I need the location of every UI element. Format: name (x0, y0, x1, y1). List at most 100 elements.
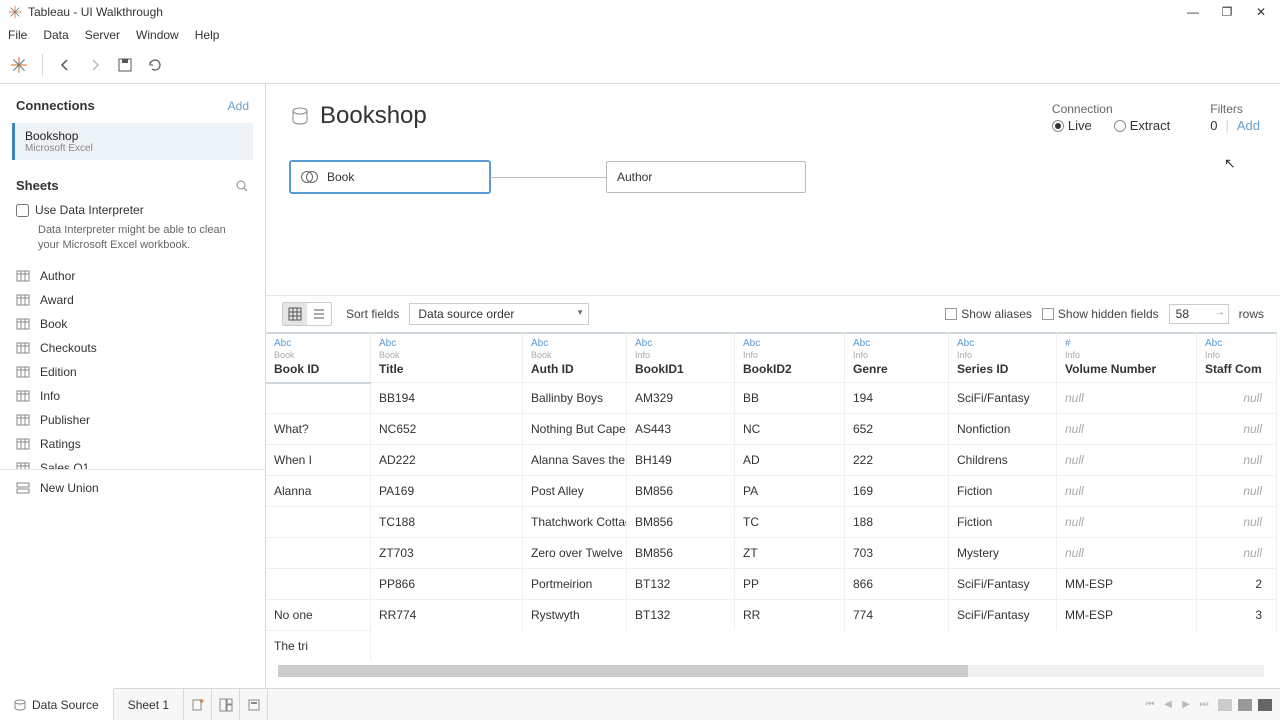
table-cell[interactable]: BM856 (627, 506, 735, 537)
table-cell[interactable]: PA (735, 475, 845, 506)
tab-nav-prev[interactable]: ◀ (1160, 699, 1176, 710)
filters-add-link[interactable]: Add (1237, 118, 1260, 133)
table-cell[interactable]: PP (735, 568, 845, 599)
tab-data-source[interactable]: Data Source (0, 688, 114, 720)
table-box-book[interactable]: Book (290, 161, 490, 193)
table-cell[interactable]: Alanna (266, 475, 371, 506)
table-cell[interactable]: null (1057, 413, 1197, 444)
column-header[interactable]: AbcInfoBookID2 (735, 332, 845, 382)
menu-data[interactable]: Data (43, 28, 68, 42)
column-header[interactable]: AbcInfoBookID1 (627, 332, 735, 382)
column-header[interactable]: AbcBookAuth ID (523, 332, 627, 382)
join-line[interactable] (490, 177, 606, 178)
tab-nav-last[interactable]: ⏭ (1196, 699, 1212, 710)
table-cell[interactable]: BM856 (627, 475, 735, 506)
new-story-button[interactable] (240, 689, 268, 720)
table-cell[interactable]: AD (735, 444, 845, 475)
table-cell[interactable]: 188 (845, 506, 949, 537)
table-cell[interactable]: null (1197, 444, 1277, 475)
table-cell[interactable]: Childrens (949, 444, 1057, 475)
table-cell[interactable]: AM329 (627, 382, 735, 413)
table-cell[interactable]: MM-ESP (1057, 568, 1197, 599)
table-cell[interactable]: null (1197, 506, 1277, 537)
connection-extract-radio[interactable]: Extract (1114, 118, 1170, 133)
table-cell[interactable]: BT132 (627, 599, 735, 630)
table-cell[interactable] (266, 506, 371, 537)
table-cell[interactable]: BB194 (371, 382, 523, 413)
new-union-button[interactable]: New Union (0, 476, 265, 500)
add-connection-link[interactable]: Add (228, 99, 249, 113)
table-cell[interactable]: null (1197, 475, 1277, 506)
save-icon[interactable] (117, 57, 133, 73)
table-cell[interactable]: AD222 (371, 444, 523, 475)
sheet-item-checkouts[interactable]: Checkouts (0, 336, 265, 360)
search-icon[interactable] (235, 179, 249, 193)
table-cell[interactable]: BB (735, 382, 845, 413)
table-cell[interactable]: BT132 (627, 568, 735, 599)
table-cell[interactable]: 866 (845, 568, 949, 599)
table-cell[interactable]: 169 (845, 475, 949, 506)
table-cell[interactable]: RR774 (371, 599, 523, 630)
table-cell[interactable] (266, 537, 371, 568)
table-cell[interactable]: RR (735, 599, 845, 630)
datasource-icon[interactable] (290, 106, 310, 126)
sheet-item-award[interactable]: Award (0, 288, 265, 312)
table-cell[interactable]: PA169 (371, 475, 523, 506)
sheet-item-ratings[interactable]: Ratings (0, 432, 265, 456)
table-cell[interactable]: 3 (1197, 599, 1277, 630)
table-cell[interactable]: 222 (845, 444, 949, 475)
table-cell[interactable]: Ballinby Boys (523, 382, 627, 413)
column-header[interactable]: AbcInfoSeries ID (949, 332, 1057, 382)
column-header[interactable]: AbcInfoGenre (845, 332, 949, 382)
menu-window[interactable]: Window (136, 28, 179, 42)
table-cell[interactable]: 194 (845, 382, 949, 413)
table-cell[interactable]: null (1057, 382, 1197, 413)
table-cell[interactable]: SciFi/Fantasy (949, 599, 1057, 630)
menu-server[interactable]: Server (85, 28, 120, 42)
list-view-button[interactable] (307, 303, 331, 325)
tab-nav-next[interactable]: ▶ (1178, 699, 1194, 710)
table-cell[interactable]: null (1197, 382, 1277, 413)
table-cell[interactable]: Portmeirion (523, 568, 627, 599)
table-cell[interactable]: BH149 (627, 444, 735, 475)
minimize-button[interactable]: — (1186, 5, 1200, 19)
column-header[interactable]: AbcBookBook ID (266, 332, 371, 382)
menu-file[interactable]: File (8, 28, 27, 42)
data-grid[interactable]: AbcBookBook IDAbcBookTitleAbcBookAuth ID… (266, 332, 1280, 661)
table-cell[interactable]: What? (266, 413, 371, 444)
refresh-icon[interactable] (147, 57, 163, 73)
sheet-item-publisher[interactable]: Publisher (0, 408, 265, 432)
sheet-item-edition[interactable]: Edition (0, 360, 265, 384)
table-cell[interactable]: 703 (845, 537, 949, 568)
show-tabs-button[interactable] (1258, 699, 1272, 711)
table-box-author[interactable]: Author (606, 161, 806, 193)
table-cell[interactable]: Mystery (949, 537, 1057, 568)
sheet-item-info[interactable]: Info (0, 384, 265, 408)
sheet-item-book[interactable]: Book (0, 312, 265, 336)
table-cell[interactable]: 2 (1197, 568, 1277, 599)
table-cell[interactable]: null (1197, 537, 1277, 568)
table-cell[interactable]: null (1057, 537, 1197, 568)
table-cell[interactable]: TC (735, 506, 845, 537)
sheet-item-author[interactable]: Author (0, 264, 265, 288)
table-cell[interactable]: SciFi/Fantasy (949, 568, 1057, 599)
table-cell[interactable]: ZT703 (371, 537, 523, 568)
table-cell[interactable]: When I (266, 444, 371, 475)
table-cell[interactable]: SciFi/Fantasy (949, 382, 1057, 413)
data-interpreter-checkbox[interactable]: Use Data Interpreter (16, 203, 249, 217)
show-aliases-checkbox[interactable]: Show aliases (945, 307, 1032, 321)
table-cell[interactable]: TC188 (371, 506, 523, 537)
table-cell[interactable]: AS443 (627, 413, 735, 444)
column-header[interactable]: AbcBookTitle (371, 332, 523, 382)
table-cell[interactable]: No one (266, 599, 371, 630)
join-canvas[interactable]: Book Author (266, 145, 1280, 295)
datasource-title[interactable]: Bookshop (320, 102, 427, 130)
column-header[interactable]: AbcInfoStaff Com (1197, 332, 1277, 382)
table-cell[interactable]: 774 (845, 599, 949, 630)
maximize-button[interactable]: ❐ (1220, 5, 1234, 19)
new-worksheet-button[interactable] (184, 689, 212, 720)
menu-help[interactable]: Help (195, 28, 220, 42)
grid-view-button[interactable] (283, 303, 307, 325)
table-cell[interactable]: NC652 (371, 413, 523, 444)
table-cell[interactable]: Rystwyth (523, 599, 627, 630)
